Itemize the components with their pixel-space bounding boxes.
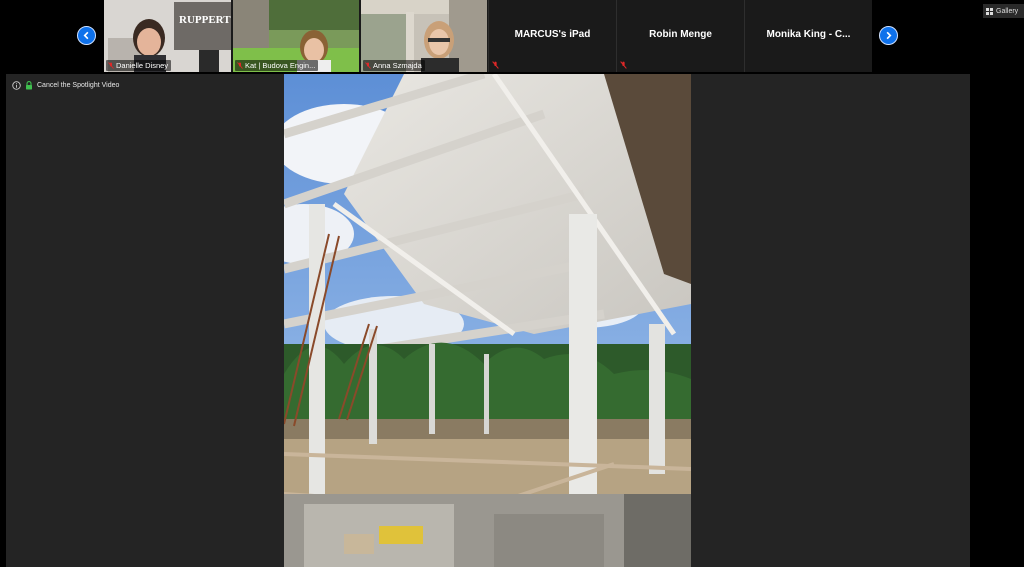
chevron-left-icon (83, 31, 89, 40)
grid-icon (986, 7, 993, 15)
spotlight-bar: Cancel the Spotlight Video (12, 81, 119, 90)
participant-name: Anna Szmajda (373, 61, 422, 70)
mic-muted-icon (237, 62, 243, 69)
participant-tile[interactable]: Kat | Budova Engin... (233, 0, 359, 72)
mic-muted-icon (108, 62, 114, 69)
lock-icon (26, 81, 32, 90)
participant-name: MARCUS's iPad (514, 29, 591, 40)
gallery-label: Gallery (996, 7, 1019, 15)
participant-tile[interactable]: RUPPERT Danielle Disney (104, 0, 231, 72)
participant-label: Anna Szmajda (363, 60, 425, 71)
cancel-spotlight-link[interactable]: Cancel the Spotlight Video (37, 82, 119, 89)
mic-muted-icon (365, 62, 371, 69)
participant-name: Monika King - C... (766, 29, 851, 40)
video-scene (284, 74, 691, 567)
participant-tile[interactable]: MARCUS's iPad (488, 0, 616, 72)
prev-page-button[interactable] (77, 26, 96, 45)
info-icon[interactable] (12, 81, 21, 90)
mic-muted-icon (492, 61, 499, 69)
spotlight-video (284, 74, 691, 567)
participant-name: Robin Menge (649, 29, 712, 40)
participant-tile[interactable]: Robin Menge (616, 0, 744, 72)
participant-label: Danielle Disney (106, 60, 172, 71)
participant-tile[interactable]: Anna Szmajda (361, 0, 487, 72)
participant-name: Danielle Disney (116, 61, 169, 70)
participant-name: Kat | Budova Engin... (245, 61, 316, 70)
next-page-button[interactable] (879, 26, 898, 45)
gallery-view-button[interactable]: Gallery (983, 4, 1024, 18)
chevron-right-icon (886, 31, 892, 40)
participant-tile[interactable]: Monika King - C... (744, 0, 872, 72)
background-sign: RUPPERT (179, 14, 231, 26)
mic-muted-icon (620, 61, 627, 69)
participant-label: Kat | Budova Engin... (235, 60, 319, 71)
